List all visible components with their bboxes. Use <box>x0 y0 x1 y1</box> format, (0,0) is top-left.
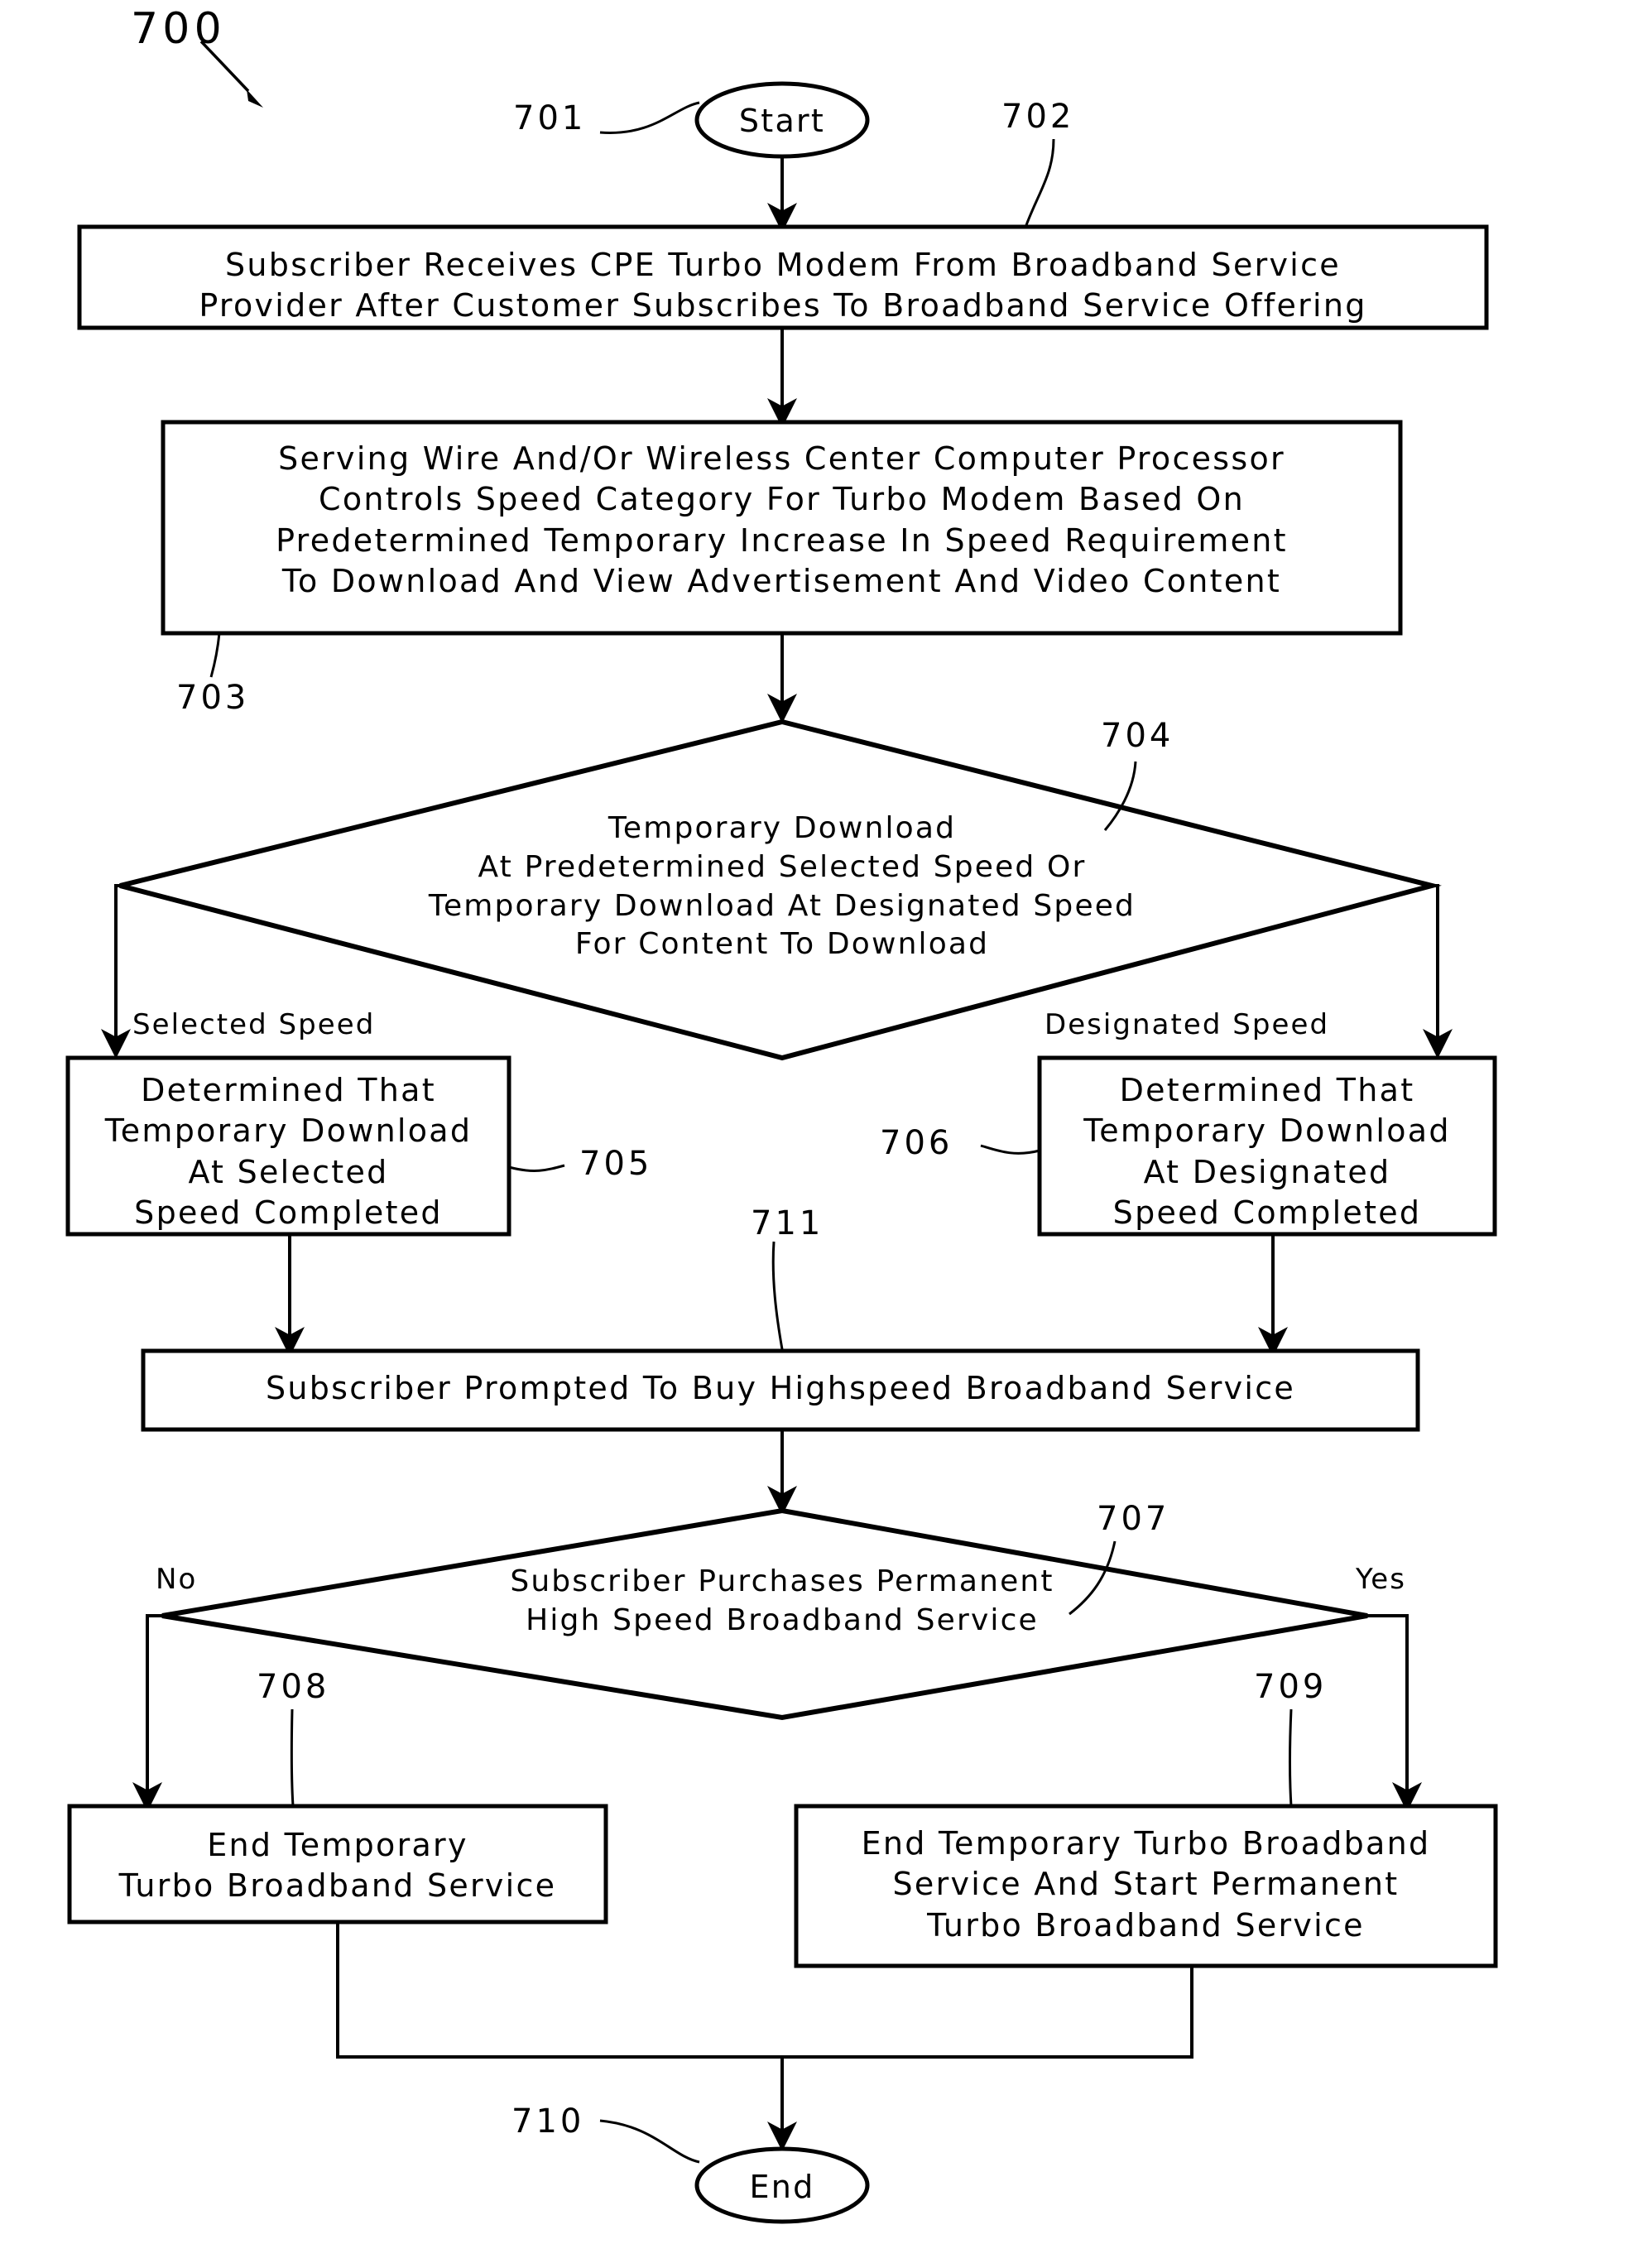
ref-lead-702 <box>1025 138 1055 226</box>
edge-704-to-705 <box>101 884 131 1059</box>
flowchart-graphics <box>65 40 1498 2224</box>
ref-lead-711 <box>771 1241 784 1350</box>
process-box-709-shape[interactable] <box>794 1804 1498 1968</box>
ref-number-702: 702 <box>1001 98 1075 136</box>
process-box-711-shape[interactable] <box>141 1348 1420 1432</box>
ref-lead-701 <box>599 101 700 134</box>
ref-lead-708 <box>290 1708 295 1807</box>
process-box-708-shape[interactable] <box>67 1804 608 1924</box>
decision-diamond-707-shape[interactable] <box>161 1507 1368 1721</box>
ref-number-709: 709 <box>1254 1668 1328 1706</box>
ref-number-711: 711 <box>751 1204 824 1242</box>
edge-label-designated-speed: Designated Speed <box>1045 1008 1330 1041</box>
figure-number-700: 700 <box>131 4 226 54</box>
ref-number-710: 710 <box>511 2102 585 2141</box>
figure-canvas: 700 701 Start 702 Subscriber Receives CP… <box>0 0 1628 2268</box>
ref-lead-710 <box>599 2119 700 2164</box>
edge-label-no: No <box>156 1563 198 1596</box>
ref-number-703: 703 <box>176 679 250 717</box>
ref-number-701: 701 <box>513 99 587 137</box>
ref-lead-703 <box>209 632 221 678</box>
ref-number-708: 708 <box>257 1668 330 1706</box>
process-box-705-shape[interactable] <box>65 1055 511 1237</box>
edge-label-yes: Yes <box>1356 1563 1407 1596</box>
edge-707-no-to-708 <box>132 1614 162 1812</box>
edge-704-to-706 <box>1423 884 1453 1059</box>
ref-lead-706 <box>980 1144 1040 1155</box>
edge-707-yes-to-709 <box>1367 1614 1422 1812</box>
process-box-706-shape[interactable] <box>1037 1055 1497 1237</box>
end-terminator-shape[interactable] <box>694 2146 870 2224</box>
ref-number-707: 707 <box>1097 1500 1170 1538</box>
ref-number-704: 704 <box>1101 717 1174 755</box>
ref-lead-709 <box>1289 1708 1293 1807</box>
ref-number-706: 706 <box>880 1124 953 1162</box>
ref-lead-705 <box>508 1164 565 1172</box>
process-box-702-shape[interactable] <box>77 224 1489 330</box>
edge-label-selected-speed: Selected Speed <box>132 1008 376 1041</box>
ref-number-705: 705 <box>579 1145 653 1183</box>
process-box-703-shape[interactable] <box>161 420 1403 636</box>
start-terminator-shape[interactable] <box>694 81 870 159</box>
